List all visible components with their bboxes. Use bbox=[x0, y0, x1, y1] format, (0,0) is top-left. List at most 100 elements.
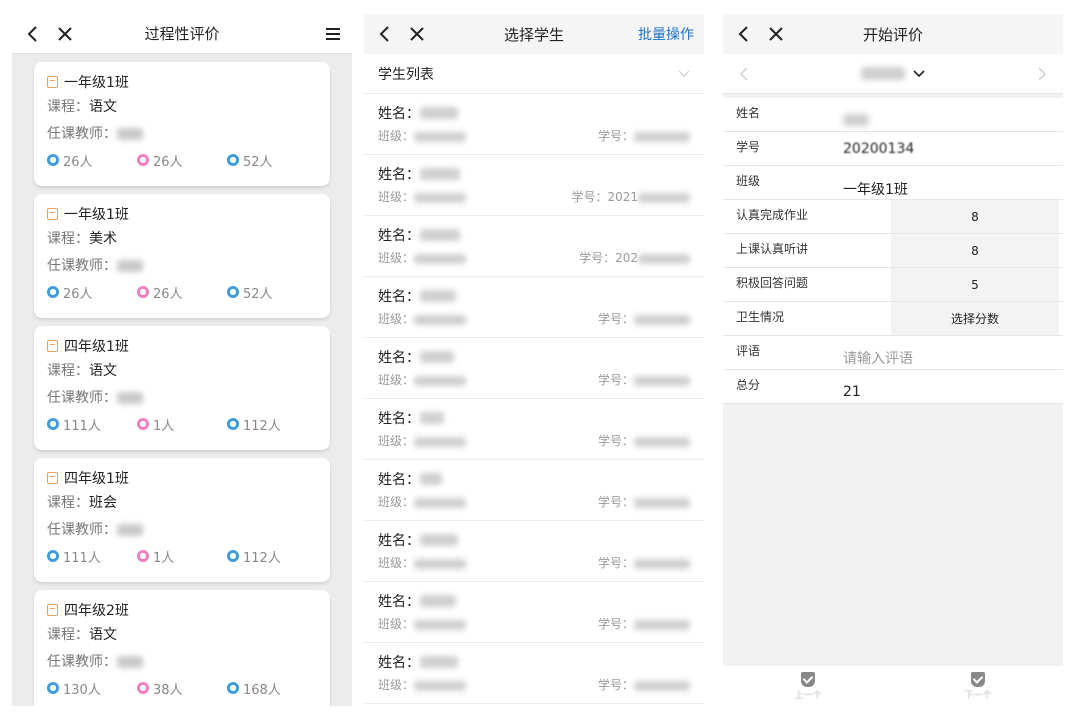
student-list-header[interactable]: 学生列表 bbox=[364, 54, 704, 94]
class-card[interactable]: 四年级2班 课程：语文 任课教师： ● 130人 ● 38人 ● 168人 bbox=[34, 590, 330, 706]
student-name-blurred bbox=[861, 67, 905, 80]
back-icon[interactable] bbox=[735, 25, 753, 43]
close-icon[interactable] bbox=[408, 25, 426, 43]
total-value: 21 bbox=[843, 383, 861, 400]
girls-count: ● 1人 bbox=[137, 415, 227, 434]
class-prefix: 班级： bbox=[378, 251, 415, 265]
student-name-blurred bbox=[420, 107, 458, 119]
chevron-right-icon[interactable] bbox=[1037, 67, 1047, 81]
teacher-row: 任课教师： bbox=[47, 121, 318, 147]
form-row-name: 姓名 bbox=[723, 98, 1063, 132]
student-row[interactable]: 姓名： 班级： 学号：2021 bbox=[364, 155, 704, 216]
back-icon[interactable] bbox=[376, 25, 394, 43]
class-prefix: 班级： bbox=[378, 129, 415, 143]
course-row: 课程：语文 bbox=[47, 622, 318, 648]
student-name-row: 姓名： bbox=[378, 346, 690, 368]
total-count: ● 52人 bbox=[227, 151, 273, 170]
page-title: 开始评价 bbox=[862, 25, 923, 44]
teacher-name-blurred bbox=[117, 128, 143, 140]
student-row[interactable]: 姓名： 班级： 学号： bbox=[364, 277, 704, 338]
student-row[interactable]: 姓名： 班级： 学号： bbox=[364, 521, 704, 582]
teacher-prefix: 任课教师： bbox=[47, 654, 117, 670]
form-row-total: 总分 21 bbox=[723, 370, 1063, 404]
student-id: 学号：202 bbox=[579, 249, 690, 266]
total-label: 总分 bbox=[736, 378, 761, 392]
boys-text: 130人 bbox=[63, 682, 101, 698]
total-text: 112人 bbox=[243, 550, 281, 566]
class-value-blurred bbox=[414, 253, 467, 264]
course-prefix: 课程： bbox=[47, 363, 89, 379]
total-text: 112人 bbox=[243, 418, 281, 434]
student-class: 班级： bbox=[378, 188, 467, 205]
student-row[interactable]: 姓名： 班级： 学号： bbox=[364, 582, 704, 643]
stats-row: ● 111人 ● 1人 ● 112人 bbox=[47, 413, 318, 435]
batch-action-button[interactable]: 批量操作 bbox=[638, 24, 694, 44]
id-prefix: 学号： bbox=[597, 495, 634, 509]
hygiene-score-select[interactable]: 选择分数 bbox=[891, 302, 1059, 335]
chevron-down-icon bbox=[913, 69, 925, 77]
back-icon[interactable] bbox=[24, 25, 42, 43]
student-id-partial: 2021 bbox=[607, 190, 638, 204]
class-card[interactable]: 四年级1班 课程：语文 任课教师： ● 111人 ● 1人 ● 112人 bbox=[34, 326, 330, 450]
prev-button[interactable]: 上一个 bbox=[723, 666, 893, 706]
homework-score[interactable]: 8 bbox=[891, 200, 1059, 233]
student-row[interactable]: 姓名： 班级： 学号： bbox=[364, 338, 704, 399]
form-row-class: 班级 一年级1班 bbox=[723, 166, 1063, 200]
teacher-row: 任课教师： bbox=[47, 517, 318, 543]
next-button[interactable]: 下一个 bbox=[893, 666, 1063, 706]
student-class: 班级： bbox=[378, 371, 467, 388]
teacher-prefix: 任课教师： bbox=[47, 258, 117, 274]
student-sub-row: 班级： 学号： bbox=[378, 127, 690, 144]
girl-icon: ● bbox=[137, 286, 149, 298]
student-row[interactable]: 姓名： 班级： 学号： bbox=[364, 643, 704, 704]
name-label: 姓名 bbox=[736, 106, 761, 120]
name-prefix: 姓名： bbox=[378, 289, 420, 305]
listen-score[interactable]: 8 bbox=[891, 234, 1059, 267]
student-row[interactable]: 姓名： 班级： 学号： bbox=[364, 460, 704, 521]
student-sub-row: 班级： 学号：202 bbox=[378, 249, 690, 266]
student-class: 班级： bbox=[378, 615, 467, 632]
student-sub-row: 班级： 学号： bbox=[378, 371, 690, 388]
class-value-blurred bbox=[414, 680, 467, 691]
student-class: 班级： bbox=[378, 676, 467, 693]
card-class-row: 一年级1班 bbox=[47, 71, 318, 93]
answer-label: 积极回答问题 bbox=[736, 276, 809, 290]
calendar-icon bbox=[47, 472, 58, 484]
close-icon[interactable] bbox=[56, 25, 74, 43]
student-dropdown[interactable] bbox=[861, 67, 925, 80]
class-name: 四年级2班 bbox=[64, 603, 129, 619]
list-title: 学生列表 bbox=[378, 66, 434, 83]
comment-input[interactable]: 请输入评语 bbox=[843, 338, 1063, 368]
course-prefix: 课程： bbox=[47, 231, 89, 247]
form-row-answer: 积极回答问题 5 bbox=[723, 268, 1063, 302]
student-name-blurred bbox=[420, 656, 458, 668]
class-card[interactable]: 一年级1班 课程：语文 任课教师： ● 26人 ● 26人 ● 52人 bbox=[34, 62, 330, 186]
course-name: 班会 bbox=[89, 495, 117, 511]
course-name: 语文 bbox=[89, 363, 117, 379]
student-row[interactable]: 姓名： 班级： 学号： bbox=[364, 94, 704, 155]
student-name-blurred bbox=[420, 595, 456, 607]
student-row[interactable]: 姓名： 班级： 学号： bbox=[364, 399, 704, 460]
class-value-blurred bbox=[414, 436, 467, 447]
class-card[interactable]: 四年级1班 课程：班会 任课教师： ● 111人 ● 1人 ● 112人 bbox=[34, 458, 330, 582]
total-count: ● 112人 bbox=[227, 415, 281, 434]
boy-icon: ● bbox=[47, 550, 59, 562]
close-icon[interactable] bbox=[767, 25, 785, 43]
id-label: 学号 bbox=[736, 140, 761, 154]
class-prefix: 班级： bbox=[378, 373, 415, 387]
menu-icon[interactable] bbox=[324, 25, 342, 43]
student-name-row: 姓名： bbox=[378, 285, 690, 307]
chevron-left-icon[interactable] bbox=[739, 67, 749, 81]
student-sub-row: 班级： 学号： bbox=[378, 554, 690, 571]
girl-icon: ● bbox=[137, 550, 149, 562]
name-prefix: 姓名： bbox=[378, 411, 420, 427]
class-value: 一年级1班 bbox=[843, 181, 908, 198]
class-card[interactable]: 一年级1班 课程：美术 任课教师： ● 26人 ● 26人 ● 52人 bbox=[34, 194, 330, 318]
boys-count: ● 26人 bbox=[47, 283, 137, 302]
answer-score[interactable]: 5 bbox=[891, 268, 1059, 301]
chevron-down-icon bbox=[678, 70, 690, 77]
id-value: 20200134 bbox=[843, 140, 915, 157]
boys-count: ● 111人 bbox=[47, 547, 137, 566]
student-name-blurred bbox=[420, 351, 454, 363]
student-row[interactable]: 姓名： 班级： 学号：202 bbox=[364, 216, 704, 277]
